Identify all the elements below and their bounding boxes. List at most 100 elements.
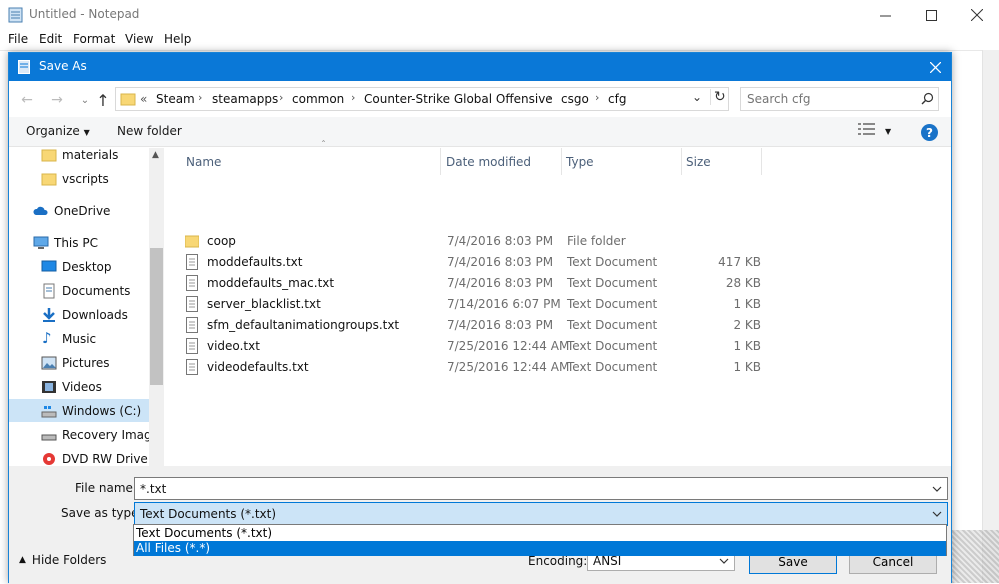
nav-item-documents[interactable]: Documents bbox=[9, 279, 149, 302]
breadcrumb-overflow[interactable]: « bbox=[140, 92, 147, 106]
nav-item-windows-c[interactable]: Windows (C:) bbox=[9, 399, 149, 422]
view-options-button[interactable] bbox=[858, 122, 876, 139]
encoding-label: Encoding: bbox=[528, 554, 588, 568]
dialog-titlebar: Save As bbox=[9, 53, 951, 81]
menu-file[interactable]: File bbox=[8, 32, 28, 46]
column-header-type[interactable]: Type bbox=[561, 148, 682, 175]
nav-item-onedrive[interactable]: OneDrive bbox=[9, 199, 149, 222]
breadcrumb-separator-icon[interactable]: › bbox=[595, 91, 599, 104]
file-date: 7/4/2016 8:03 PM bbox=[447, 255, 554, 269]
refresh-icon[interactable]: ↻ bbox=[710, 89, 726, 105]
menu-format[interactable]: Format bbox=[73, 32, 115, 46]
file-row[interactable]: server_blacklist.txt 7/14/2016 6:07 PM T… bbox=[181, 294, 761, 315]
file-row[interactable]: videodefaults.txt 7/25/2016 12:44 AM Tex… bbox=[181, 357, 761, 378]
chevron-down-icon[interactable] bbox=[931, 483, 943, 495]
breadcrumb-item[interactable]: Steam bbox=[156, 92, 195, 106]
dialog-close-button[interactable] bbox=[919, 53, 951, 81]
menu-view[interactable]: View bbox=[125, 32, 153, 46]
nav-item-dvd-drive[interactable]: DVD RW Drive (E bbox=[9, 447, 164, 466]
file-row[interactable]: coop 7/4/2016 8:03 PM File folder bbox=[181, 231, 761, 252]
scroll-up-icon[interactable]: ▲ bbox=[152, 150, 159, 160]
file-size: 417 KB bbox=[718, 255, 761, 269]
nav-item-downloads[interactable]: Downloads bbox=[9, 303, 149, 326]
nav-item-vscripts[interactable]: vscripts bbox=[9, 167, 149, 190]
file-type: Text Document bbox=[567, 297, 658, 311]
nav-item-videos[interactable]: Videos bbox=[9, 375, 149, 398]
desktop-icon bbox=[41, 260, 57, 271]
text-file-icon bbox=[186, 338, 198, 354]
nav-label: OneDrive bbox=[54, 203, 111, 218]
file-row[interactable]: moddefaults.txt 7/4/2016 8:03 PM Text Do… bbox=[181, 252, 761, 273]
breadcrumb-item[interactable]: Counter-Strike Global Offensive bbox=[364, 92, 553, 106]
hide-folders-button[interactable]: ▲ Hide Folders bbox=[19, 553, 106, 567]
window-close-button[interactable] bbox=[954, 0, 999, 30]
column-header-date[interactable]: Date modified bbox=[441, 148, 562, 175]
file-name-field[interactable]: *.txt bbox=[134, 477, 948, 500]
close-icon bbox=[929, 61, 941, 73]
minimize-button[interactable] bbox=[862, 0, 908, 30]
file-name: server_blacklist.txt bbox=[207, 297, 321, 311]
nav-label: materials bbox=[62, 148, 119, 162]
forward-button[interactable]: → bbox=[45, 89, 69, 111]
breadcrumb-item[interactable]: common bbox=[292, 92, 344, 106]
save-type-value: Text Documents (*.txt) bbox=[140, 507, 277, 521]
nav-item-recovery-image[interactable]: Recovery Image bbox=[9, 423, 159, 446]
breadcrumb-separator-icon[interactable]: › bbox=[547, 91, 551, 104]
hide-folders-label: Hide Folders bbox=[31, 553, 107, 567]
maximize-button[interactable] bbox=[908, 0, 954, 30]
up-button[interactable]: ↑ bbox=[91, 89, 115, 111]
nav-label: Pictures bbox=[62, 355, 110, 370]
nav-item-desktop[interactable]: Desktop bbox=[9, 255, 149, 278]
save-type-select[interactable]: Text Documents (*.txt) bbox=[134, 502, 948, 526]
address-bar[interactable]: « Steam › steamapps › common › Counter-S… bbox=[115, 87, 729, 111]
breadcrumb-separator-icon[interactable]: › bbox=[198, 91, 202, 104]
nav-label: Videos bbox=[62, 379, 102, 394]
back-button[interactable]: ← bbox=[15, 89, 39, 111]
file-row[interactable]: sfm_defaultanimationgroups.txt 7/4/2016 … bbox=[181, 315, 761, 336]
menu-edit[interactable]: Edit bbox=[39, 32, 62, 46]
folder-icon bbox=[41, 173, 57, 185]
caret-down-icon[interactable]: ▼ bbox=[885, 127, 891, 136]
breadcrumb-separator-icon[interactable]: › bbox=[279, 91, 283, 104]
breadcrumb-separator-icon[interactable]: › bbox=[351, 91, 355, 104]
organize-button[interactable]: Organize ▼ bbox=[26, 124, 90, 138]
new-folder-button[interactable]: New folder bbox=[117, 124, 182, 138]
help-button[interactable]: ? bbox=[921, 124, 938, 141]
save-type-option[interactable]: Text Documents (*.txt) bbox=[134, 526, 946, 541]
nav-item-this-pc[interactable]: This PC bbox=[9, 231, 149, 254]
column-label: Type bbox=[566, 154, 594, 169]
search-input[interactable] bbox=[747, 91, 912, 107]
chevron-down-icon bbox=[932, 511, 942, 517]
notepad-scrollbar[interactable] bbox=[982, 50, 999, 583]
file-date: 7/4/2016 8:03 PM bbox=[447, 276, 554, 290]
chevron-down-icon[interactable]: ⌄ bbox=[692, 90, 702, 104]
column-label: Name bbox=[186, 154, 222, 169]
resize-grip[interactable] bbox=[952, 530, 999, 583]
file-list: Name ˆ Date modified Type Size coop 7/4/… bbox=[165, 140, 951, 466]
nav-item-music[interactable]: ♪ Music bbox=[9, 327, 149, 350]
nav-item-pictures[interactable]: Pictures bbox=[9, 351, 149, 374]
save-type-option-selected[interactable]: All Files (*.*) bbox=[134, 541, 946, 556]
nav-item-materials[interactable]: materials bbox=[9, 148, 149, 166]
file-name-label: File name: bbox=[75, 481, 137, 495]
maximize-icon bbox=[925, 9, 937, 21]
details-view-icon bbox=[858, 123, 875, 135]
scrollbar-thumb[interactable] bbox=[150, 248, 163, 385]
breadcrumb-item[interactable]: cfg bbox=[608, 92, 626, 106]
drive-icon bbox=[41, 405, 57, 417]
back-arrow-icon: ← bbox=[21, 92, 33, 108]
file-name: coop bbox=[207, 234, 236, 248]
breadcrumb-item[interactable]: csgo bbox=[561, 92, 589, 106]
menu-help[interactable]: Help bbox=[164, 32, 191, 46]
file-date: 7/4/2016 8:03 PM bbox=[447, 318, 554, 332]
file-row[interactable]: moddefaults_mac.txt 7/4/2016 8:03 PM Tex… bbox=[181, 273, 761, 294]
breadcrumb-item[interactable]: steamapps bbox=[212, 92, 278, 106]
file-date: 7/25/2016 12:44 AM bbox=[447, 339, 570, 353]
search-box[interactable] bbox=[740, 87, 939, 111]
column-header-name[interactable]: Name ˆ bbox=[181, 140, 441, 175]
column-header-size[interactable]: Size bbox=[681, 148, 762, 175]
cloud-icon bbox=[33, 206, 48, 215]
text-file-icon bbox=[186, 296, 198, 312]
file-row[interactable]: video.txt 7/25/2016 12:44 AM Text Docume… bbox=[181, 336, 761, 357]
caret-down-icon: ▼ bbox=[83, 128, 90, 137]
